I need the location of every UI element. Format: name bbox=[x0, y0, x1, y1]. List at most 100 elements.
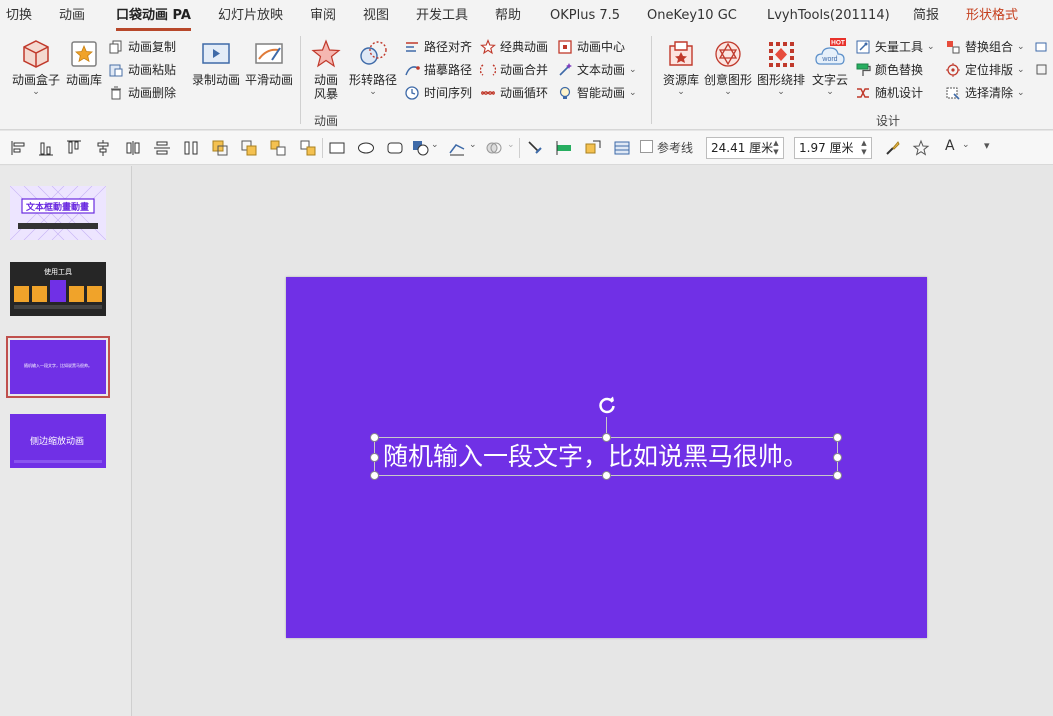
ribbon: 动画盒子 ⌄ 动画库 动画复制 动画粘贴 动画删除 录制动画 平滑动画 动画 风… bbox=[0, 32, 1053, 130]
selected-textbox[interactable]: 随机输入一段文字，比如说黑马很帅。 bbox=[370, 396, 842, 480]
animation-paste-button[interactable]: 动画粘贴 bbox=[108, 60, 176, 80]
animation-storm-label-2: 风暴 bbox=[313, 87, 338, 101]
text-animation-button[interactable]: 文本动画 ⌄ bbox=[557, 60, 637, 80]
chevron-down-icon[interactable]: ⌄ bbox=[469, 140, 477, 150]
chevron-down-icon[interactable]: ⌄ bbox=[431, 140, 439, 150]
shape-arrange-button[interactable]: 图形绕排 ⌄ bbox=[755, 38, 807, 97]
overflow-button[interactable] bbox=[1034, 37, 1053, 57]
brush-icon[interactable] bbox=[883, 139, 901, 157]
resize-handle-left[interactable] bbox=[370, 453, 379, 462]
resize-handle-top[interactable] bbox=[602, 433, 611, 442]
align-distribute-icon[interactable] bbox=[555, 139, 573, 157]
trace-path-button[interactable]: 描摹路径 bbox=[404, 60, 472, 80]
width-input[interactable]: 24.41 厘米 ▲ ▼ bbox=[706, 137, 784, 159]
resize-handle-top-left[interactable] bbox=[370, 433, 379, 442]
path-align-label: 路径对齐 bbox=[424, 40, 473, 54]
send-backward-icon[interactable] bbox=[240, 139, 258, 157]
tab-animations[interactable]: 动画 bbox=[59, 0, 85, 32]
current-slide[interactable]: 随机输入一段文字，比如说黑马很帅。 bbox=[286, 277, 927, 638]
spinner-arrows-icon[interactable]: ▲ ▼ bbox=[771, 139, 781, 157]
resize-handle-bottom-left[interactable] bbox=[370, 471, 379, 480]
rectangle-icon[interactable] bbox=[328, 139, 346, 157]
chevron-down-icon: ⌄ bbox=[1017, 42, 1025, 52]
tab-transitions[interactable]: 切换 bbox=[6, 0, 32, 32]
word-cloud-button[interactable]: HOT word 文字云 ⌄ bbox=[808, 38, 852, 97]
bring-forward-icon[interactable] bbox=[211, 139, 229, 157]
ellipse-icon[interactable] bbox=[357, 139, 375, 157]
align-middle-icon[interactable] bbox=[153, 139, 171, 157]
align-top-icon[interactable] bbox=[65, 139, 83, 157]
animation-center-button[interactable]: 动画中心 bbox=[557, 37, 625, 57]
loop-animation-button[interactable]: 动画循环 bbox=[480, 83, 548, 103]
toolbar-divider bbox=[519, 138, 520, 158]
time-sequence-button[interactable]: 时间序列 bbox=[404, 83, 472, 103]
chevron-down-icon[interactable]: ⌄ bbox=[962, 140, 970, 150]
vector-tools-button[interactable]: 矢量工具 ⌄ bbox=[855, 37, 935, 57]
height-input[interactable]: 1.97 厘米 ▲ ▼ bbox=[794, 137, 872, 159]
classic-animation-button[interactable]: 经典动画 bbox=[480, 37, 548, 57]
spinner-arrows-icon[interactable]: ▲ ▼ bbox=[859, 139, 869, 157]
tab-view[interactable]: 视图 bbox=[363, 0, 389, 32]
ribbon-tabs: 切换 动画 口袋动画 PA 幻灯片放映 审阅 视图 开发工具 帮助 OKPlus… bbox=[0, 0, 1053, 32]
tab-pocket-animation[interactable]: 口袋动画 PA bbox=[116, 0, 191, 32]
bring-to-front-icon[interactable] bbox=[269, 139, 287, 157]
tab-review[interactable]: 审阅 bbox=[310, 0, 336, 32]
font-button[interactable]: A bbox=[945, 138, 955, 154]
crop-fill-icon[interactable] bbox=[584, 139, 602, 157]
guides-checkbox[interactable] bbox=[640, 140, 653, 153]
resize-handle-right[interactable] bbox=[833, 453, 842, 462]
tab-lvyhtools[interactable]: LvyhTools(201114) bbox=[767, 0, 890, 32]
animation-delete-button[interactable]: 动画删除 bbox=[108, 83, 176, 103]
tab-onekey[interactable]: OneKey10 GC bbox=[647, 0, 737, 32]
tab-shape-format[interactable]: 形状格式 bbox=[966, 0, 1018, 32]
chevron-down-icon[interactable]: ⌄ bbox=[507, 140, 515, 150]
merge-animation-button[interactable]: 动画合并 bbox=[480, 60, 548, 80]
tab-okplus[interactable]: OKPlus 7.5 bbox=[550, 0, 620, 32]
resize-handle-top-right[interactable] bbox=[833, 433, 842, 442]
overflow-button[interactable] bbox=[1034, 60, 1053, 80]
merge-shapes-icon[interactable] bbox=[485, 139, 503, 157]
tab-help[interactable]: 帮助 bbox=[495, 0, 521, 32]
tab-jianbao[interactable]: 简报 bbox=[913, 0, 939, 32]
animation-library-button[interactable]: 动画库 bbox=[64, 38, 104, 87]
creative-shapes-button[interactable]: 创意图形 ⌄ bbox=[702, 38, 754, 97]
slide-thumbnail-4[interactable]: 侧边缩放动画 bbox=[10, 414, 106, 468]
animation-box-button[interactable]: 动画盒子 ⌄ bbox=[8, 38, 64, 97]
format-painter-icon[interactable] bbox=[526, 139, 544, 157]
smart-animation-button[interactable]: 智能动画 ⌄ bbox=[557, 83, 637, 103]
connector-icon[interactable] bbox=[448, 139, 466, 157]
distribute-horizontal-icon[interactable] bbox=[124, 139, 142, 157]
resize-handle-bottom-right[interactable] bbox=[833, 471, 842, 480]
record-animation-button[interactable]: 录制动画 bbox=[190, 38, 242, 87]
slide-thumbnail-1[interactable]: 文本框動畫動畫 bbox=[10, 186, 106, 240]
slide-body-text[interactable]: 随机输入一段文字，比如说黑马很帅。 bbox=[383, 442, 808, 472]
table-icon[interactable] bbox=[613, 139, 631, 157]
position-layout-button[interactable]: 定位排版 ⌄ bbox=[945, 60, 1025, 80]
color-replace-button[interactable]: 颜色替换 bbox=[855, 60, 923, 80]
replace-combo-button[interactable]: 替换组合 ⌄ bbox=[945, 37, 1025, 57]
slide-thumbnail-2[interactable]: 使用工具 bbox=[10, 262, 106, 316]
rounded-rectangle-icon[interactable] bbox=[386, 139, 404, 157]
path-align-button[interactable]: 路径对齐 bbox=[404, 37, 472, 57]
resize-handle-bottom[interactable] bbox=[602, 471, 611, 480]
distribute-vertical-icon[interactable] bbox=[182, 139, 200, 157]
shape-to-path-button[interactable]: 形转路径 ⌄ bbox=[347, 38, 399, 97]
slide-thumbnail-3[interactable]: 随机输入一段文字，比如说黑马很帅。 bbox=[6, 336, 110, 398]
tab-slideshow[interactable]: 幻灯片放映 bbox=[218, 0, 283, 32]
align-left-icon[interactable] bbox=[10, 139, 28, 157]
rotate-handle-icon[interactable] bbox=[597, 395, 617, 415]
resource-library-button[interactable]: 资源库 ⌄ bbox=[660, 38, 702, 97]
customize-toolbar-icon[interactable]: ▾ bbox=[984, 139, 990, 152]
tab-developer[interactable]: 开发工具 bbox=[416, 0, 468, 32]
animation-storm-button[interactable]: 动画 风暴 bbox=[306, 38, 346, 101]
shapes-dropdown-icon[interactable] bbox=[412, 139, 430, 157]
star-outline-icon[interactable] bbox=[912, 139, 930, 157]
record-slide-icon bbox=[202, 43, 230, 64]
smooth-animation-button[interactable]: 平滑动画 bbox=[243, 38, 295, 87]
select-clear-button[interactable]: 选择清除 ⌄ bbox=[945, 83, 1025, 103]
random-design-button[interactable]: 随机设计 bbox=[855, 83, 923, 103]
align-center-vertical-icon[interactable] bbox=[94, 139, 112, 157]
align-bottom-icon[interactable] bbox=[37, 139, 55, 157]
animation-copy-button[interactable]: 动画复制 bbox=[108, 37, 176, 57]
group-icon[interactable] bbox=[299, 139, 317, 157]
